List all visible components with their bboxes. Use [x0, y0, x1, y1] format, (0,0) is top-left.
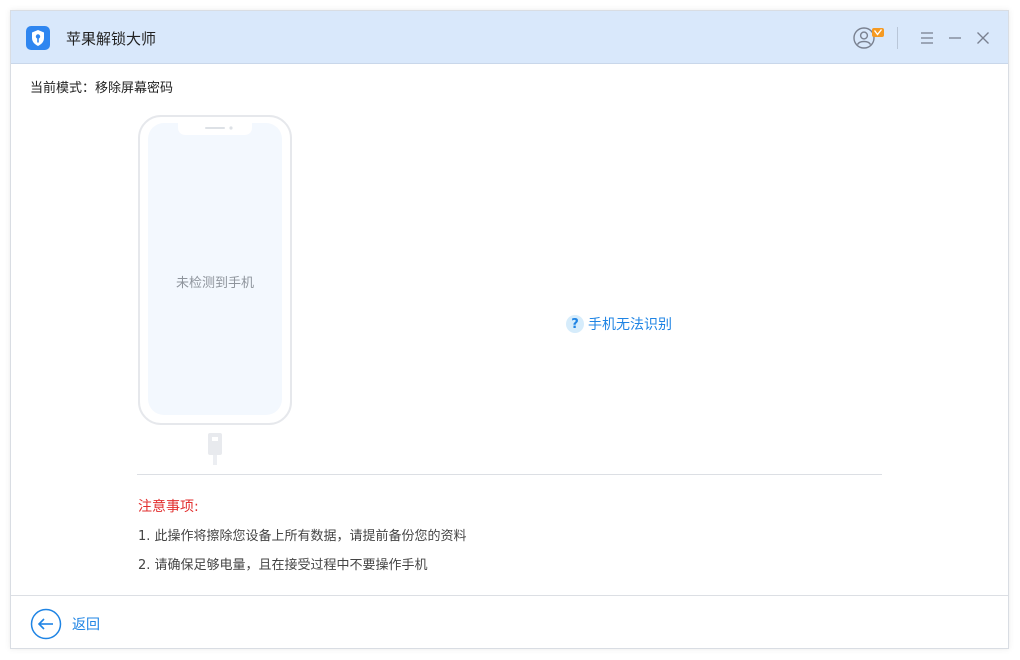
current-mode-label: 当前模式：移除屏幕密码	[30, 81, 174, 96]
titlebar-separator	[897, 27, 898, 49]
back-arrow-icon	[30, 608, 62, 640]
note-item: 2. 请确保足够电量，且在接受过程中不要操作手机	[138, 558, 428, 573]
notes-title: 注意事项:	[138, 499, 199, 515]
footer-divider	[11, 595, 1008, 596]
title-bar: 苹果解锁大师	[11, 11, 1008, 64]
close-icon[interactable]	[973, 28, 993, 48]
note-item: 1. 此操作将擦除您设备上所有数据，请提前备份您的资料	[138, 529, 467, 544]
phone-illustration: 未检测到手机	[138, 115, 292, 465]
back-button-label: 返回	[72, 617, 100, 633]
app-title: 苹果解锁大师	[66, 30, 157, 48]
menu-icon[interactable]	[917, 28, 937, 48]
question-icon: ?	[566, 315, 584, 333]
minimize-icon[interactable]	[945, 28, 965, 48]
user-account-icon[interactable]	[852, 26, 886, 50]
help-link-label: 手机无法识别	[588, 317, 672, 333]
device-not-recognized-link[interactable]: ? 手机无法识别	[566, 313, 672, 335]
app-logo-icon	[26, 26, 50, 50]
back-button[interactable]: 返回	[30, 608, 100, 640]
app-window: 苹果解锁大师 当前模式：移除屏幕密码 未检测到手机 ? 手机无法识别 注意事项:…	[10, 10, 1009, 649]
phone-status-text: 未检测到手机	[175, 276, 254, 291]
content-divider	[137, 474, 882, 475]
